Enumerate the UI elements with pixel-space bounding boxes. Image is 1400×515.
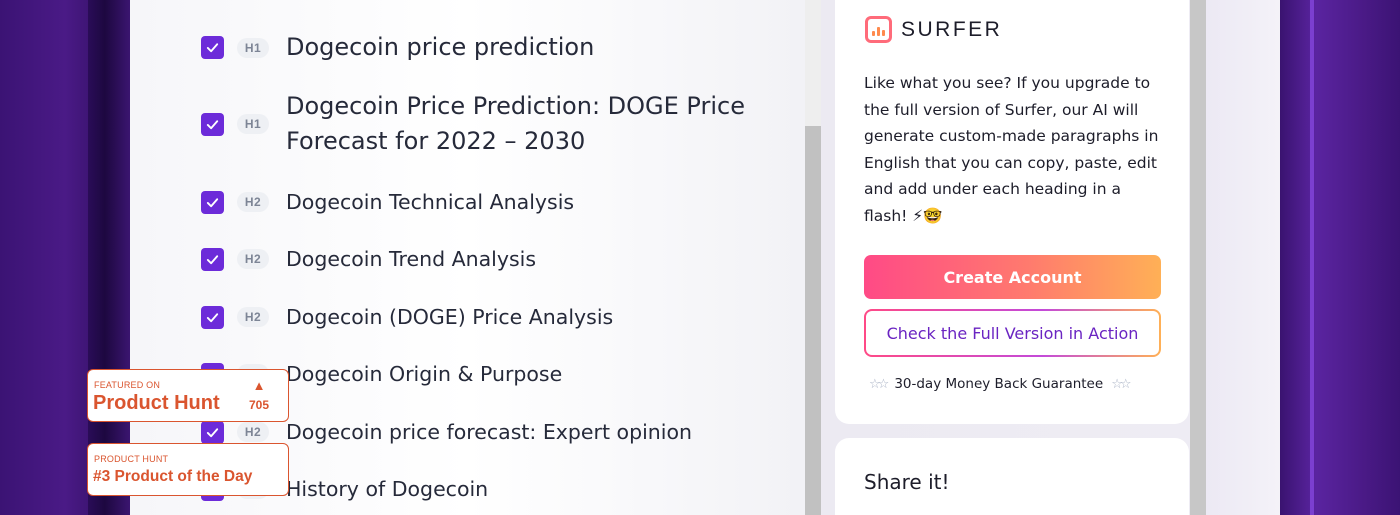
- heading-text: Dogecoin Origin & Purpose: [286, 362, 563, 386]
- check-icon: [206, 312, 219, 322]
- money-back-guarantee: ☆☆ 30-day Money Back Guarantee ☆☆: [869, 376, 1132, 392]
- heading-checkbox[interactable]: [201, 112, 224, 136]
- heading-level-tag: H2: [237, 249, 269, 269]
- product-hunt-featured-badge[interactable]: FEATURED ON Product Hunt ▲ 705: [87, 369, 289, 422]
- heading-item[interactable]: H1 Dogecoin price prediction: [201, 30, 594, 65]
- badge-votes: ▲ 705: [246, 378, 272, 412]
- heading-checkbox[interactable]: [201, 420, 224, 444]
- page-background-left-edge: [88, 0, 130, 515]
- check-icon: [206, 427, 219, 437]
- surfer-logo[interactable]: SURFER: [865, 16, 1002, 43]
- check-icon: [206, 197, 219, 207]
- heading-text: Dogecoin price prediction: [286, 33, 595, 61]
- heading-level-tag: H1: [237, 114, 269, 134]
- heading-text: Dogecoin price forecast: Expert opinion: [286, 420, 692, 444]
- promo-text: Like what you see? If you upgrade to the…: [864, 74, 1159, 225]
- check-icon: [206, 43, 219, 53]
- badge-small-label: FEATURED ON: [94, 380, 161, 390]
- heading-item[interactable]: H1 Dogecoin Price Prediction: DOGE Price…: [201, 89, 786, 159]
- heading-text: Dogecoin Trend Analysis: [286, 247, 537, 271]
- heading-checkbox[interactable]: [201, 305, 224, 329]
- badge-big-label: #3 Product of the Day: [93, 468, 253, 485]
- heading-item[interactable]: H2 Dogecoin price forecast: Expert opini…: [201, 418, 692, 446]
- check-icon: [206, 254, 219, 264]
- vote-count: 705: [248, 398, 270, 412]
- heading-text: Dogecoin (DOGE) Price Analysis: [286, 305, 614, 329]
- heading-item[interactable]: H2 Dogecoin Trend Analysis: [201, 245, 536, 273]
- star-icon: ☆☆: [869, 376, 889, 392]
- heading-level-tag: H2: [237, 422, 269, 442]
- heading-level-tag: H2: [237, 192, 269, 212]
- logo-text: SURFER: [901, 17, 1003, 41]
- heading-text: History of Dogecoin: [286, 477, 489, 501]
- heading-checkbox[interactable]: [201, 36, 224, 59]
- heading-text: Dogecoin Technical Analysis: [286, 190, 575, 214]
- upvote-arrow-icon: ▲: [252, 378, 266, 393]
- guarantee-text: 30-day Money Back Guarantee: [894, 376, 1104, 392]
- check-full-version-label: Check the Full Version in Action: [866, 311, 1159, 355]
- surfer-logo-icon: [865, 16, 892, 43]
- heading-level-tag: H1: [237, 37, 269, 58]
- create-account-button[interactable]: Create Account: [864, 255, 1161, 299]
- share-title: Share it!: [864, 470, 950, 494]
- badge-small-label: PRODUCT HUNT: [94, 454, 169, 464]
- page-background-right-line: [1310, 0, 1314, 515]
- heading-text: Dogecoin Price Prediction: DOGE Price Fo…: [286, 92, 745, 155]
- sidebar-right-gutter: [1206, 0, 1280, 515]
- heading-item[interactable]: H2 Dogecoin Technical Analysis: [201, 188, 574, 216]
- heading-checkbox[interactable]: [201, 190, 224, 214]
- badge-big-label: Product Hunt: [93, 392, 220, 414]
- check-full-version-button[interactable]: Check the Full Version in Action: [864, 309, 1161, 357]
- check-icon: [206, 119, 219, 129]
- sidebar-scroll-strip: [1190, 0, 1206, 515]
- star-icon: ☆☆: [1111, 376, 1131, 392]
- heading-checkbox[interactable]: [201, 247, 224, 271]
- heading-level-tag: H2: [237, 307, 269, 327]
- scrollbar-thumb[interactable]: [805, 126, 821, 515]
- product-hunt-day-badge[interactable]: PRODUCT HUNT #3 Product of the Day: [87, 443, 289, 496]
- page-background-right: [1280, 0, 1400, 515]
- heading-item[interactable]: H2 Dogecoin (DOGE) Price Analysis: [201, 303, 613, 331]
